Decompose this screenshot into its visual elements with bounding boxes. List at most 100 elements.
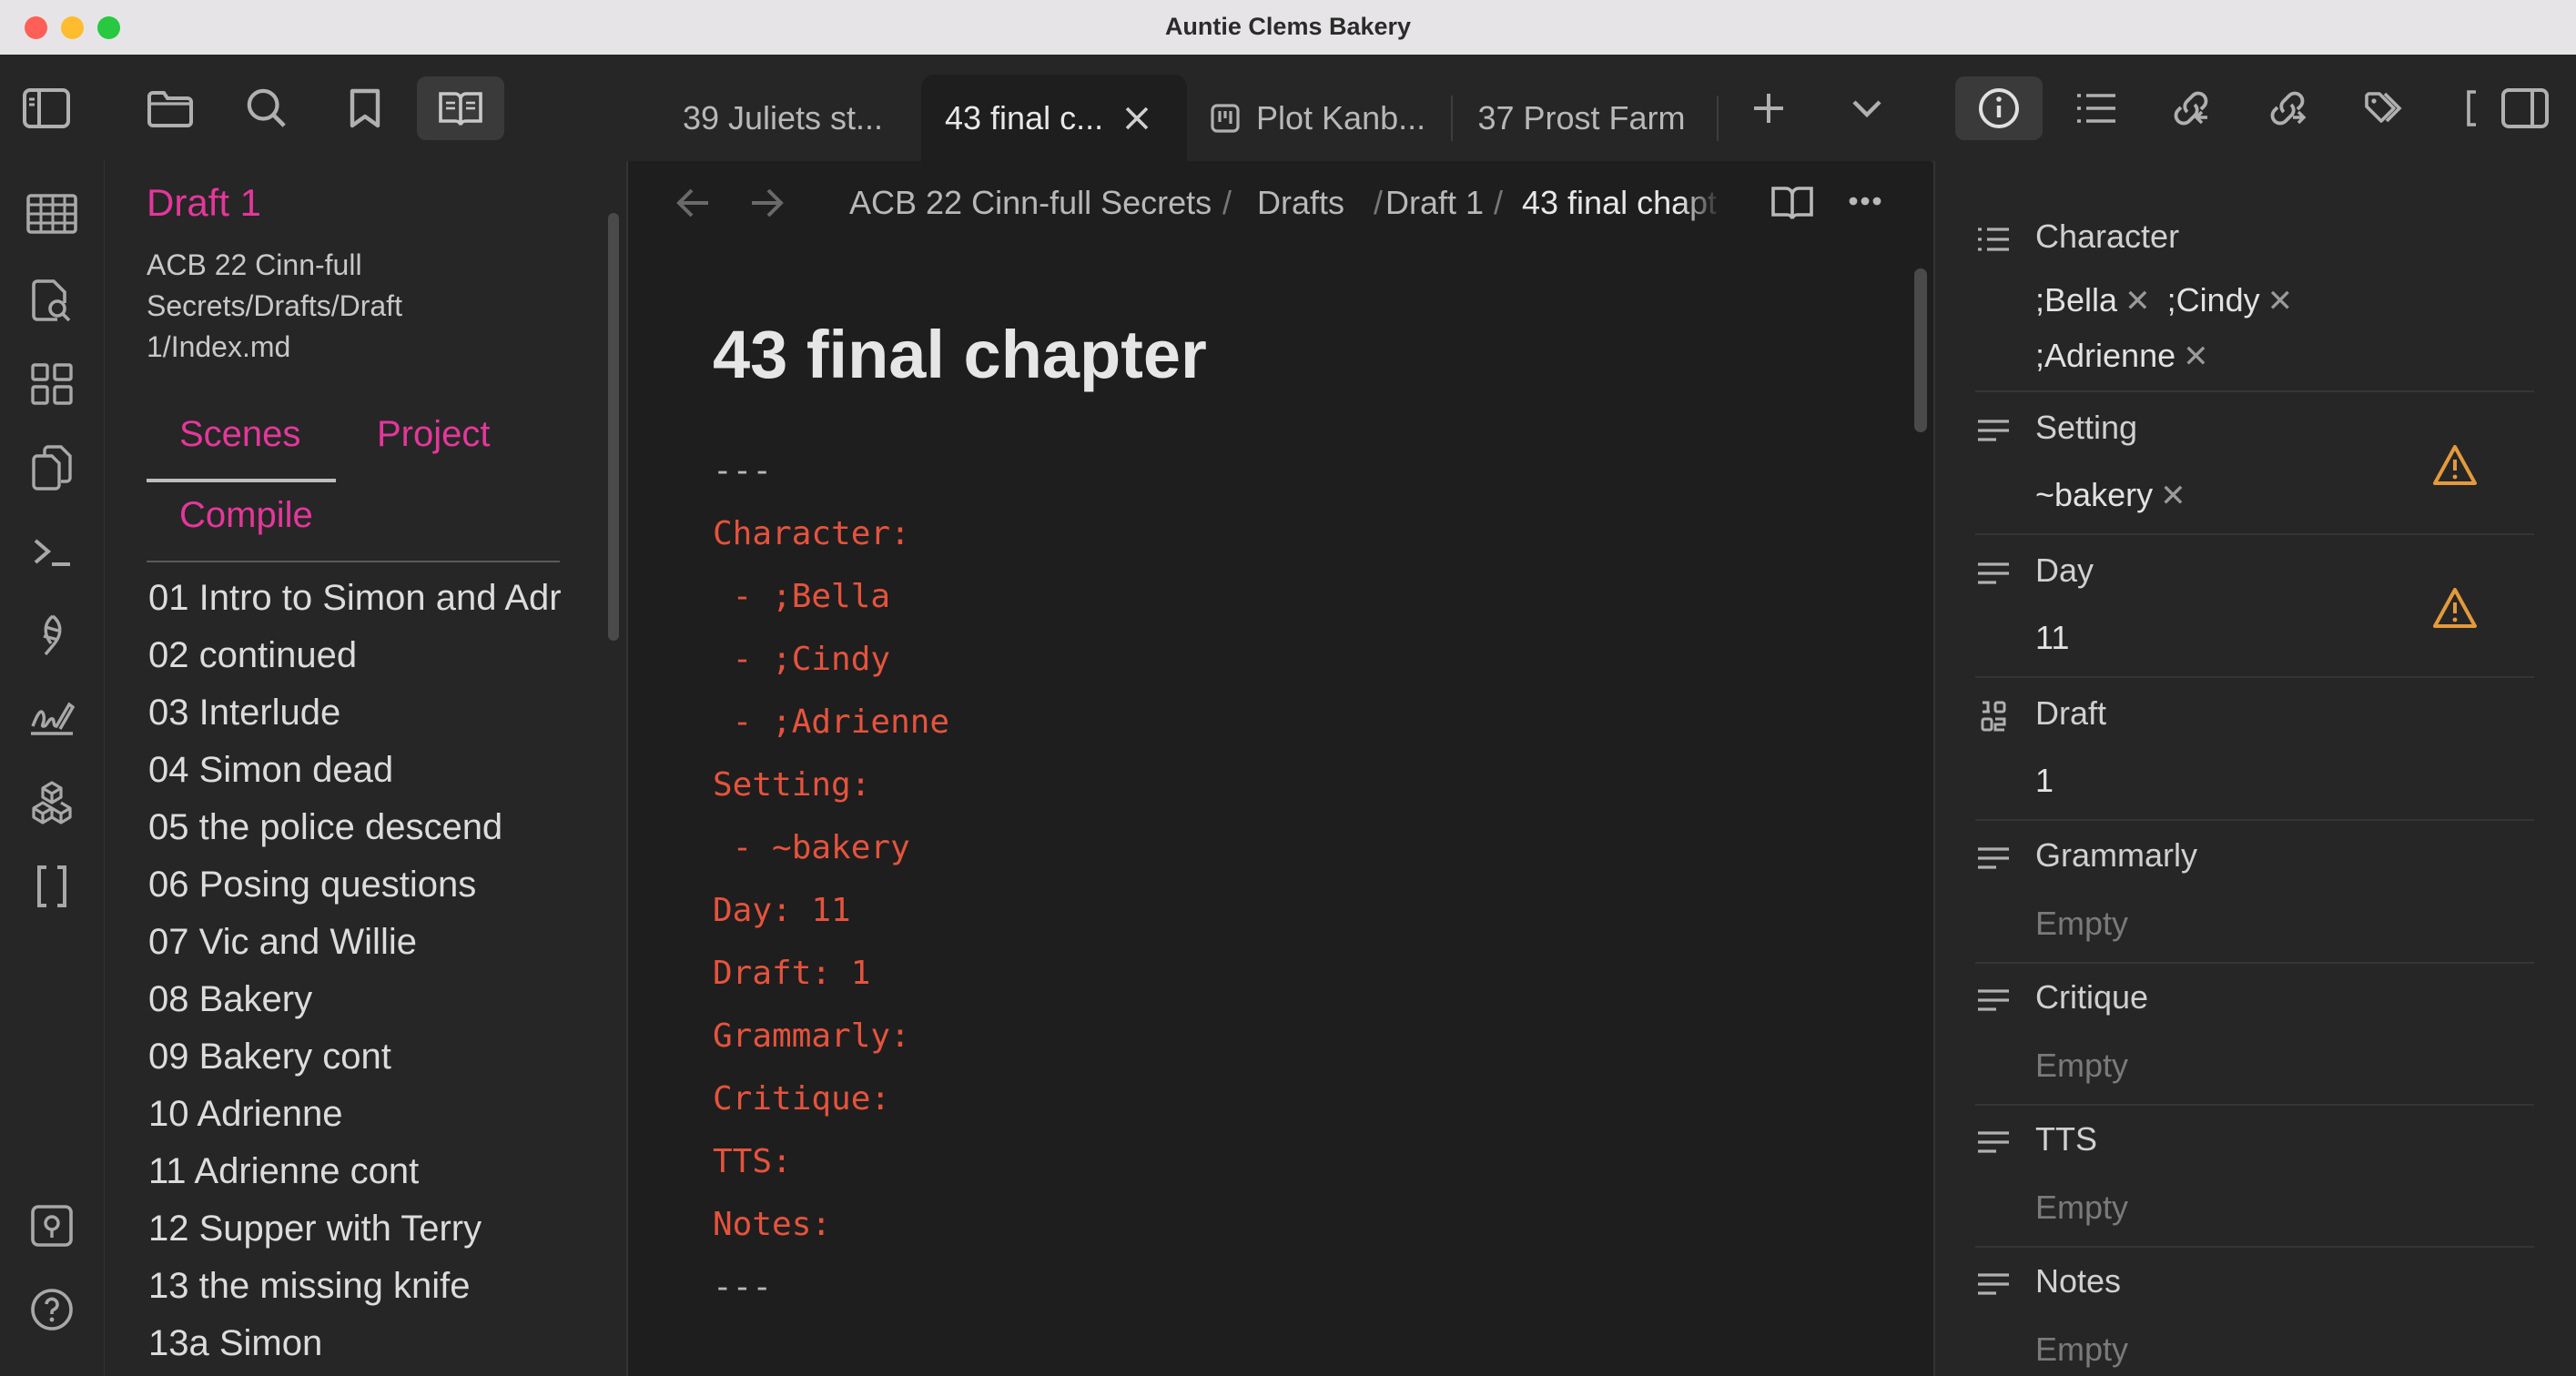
property-value-draft[interactable]: 1 (2035, 762, 2054, 800)
frontmatter-line[interactable]: - ;Adrienne (713, 703, 949, 741)
property-label-setting[interactable]: Setting (2035, 409, 2137, 447)
tab-project[interactable]: Project (377, 414, 491, 455)
copy-icon[interactable] (20, 436, 84, 500)
scene-item[interactable]: 11 Adrienne cont (148, 1151, 419, 1192)
frontmatter-line[interactable]: Draft: 1 (713, 955, 870, 992)
property-divider (1975, 962, 2534, 964)
frontmatter-line[interactable]: Day: 11 (713, 892, 851, 929)
close-tab-icon[interactable] (1123, 105, 1151, 132)
scene-item[interactable]: 10 Adrienne (148, 1094, 343, 1135)
scene-item[interactable]: 07 Vic and Willie (148, 922, 417, 963)
scene-item[interactable]: 13 the missing knife (148, 1266, 471, 1307)
terminal-icon[interactable] (20, 520, 84, 583)
remove-chip-icon[interactable]: ✕ (2160, 479, 2186, 513)
frontmatter-line[interactable]: TTS: (713, 1143, 792, 1180)
property-value-day[interactable]: 11 (2035, 619, 2069, 657)
frontmatter-line[interactable]: Notes: (713, 1206, 831, 1243)
tags-icon[interactable] (2354, 76, 2418, 140)
frontmatter-line[interactable]: - ;Cindy (713, 641, 890, 678)
frontmatter-line[interactable]: Character: (713, 515, 910, 552)
property-value-character[interactable]: ;Adrienne ✕ (2035, 337, 2226, 375)
tab-plot-kanban[interactable]: Plot Kanb... (1211, 75, 1447, 161)
remove-chip-icon[interactable]: ✕ (2125, 284, 2151, 319)
back-arrow-icon[interactable] (675, 187, 712, 219)
frontmatter-line[interactable]: --- (713, 452, 772, 490)
property-value-critique[interactable]: Empty (2035, 1047, 2128, 1085)
signature-icon[interactable] (20, 687, 84, 751)
search-icon[interactable] (235, 76, 299, 140)
breadcrumb-drafts[interactable]: Drafts (1257, 184, 1344, 222)
text-icon (1975, 982, 2012, 1018)
chevron-down-icon[interactable] (1835, 76, 1899, 140)
scene-item[interactable]: 02 continued (148, 635, 357, 676)
scene-item[interactable]: 08 Bakery (148, 979, 312, 1020)
scene-item[interactable]: 05 the police descend (148, 807, 502, 848)
bookmark-icon[interactable] (333, 76, 397, 140)
remove-chip-icon[interactable]: ✕ (2183, 339, 2209, 374)
property-value-setting[interactable]: ~bakery ✕ (2035, 476, 2203, 514)
property-label-grammarly[interactable]: Grammarly (2035, 836, 2197, 875)
reading-view-icon[interactable] (417, 76, 504, 140)
warning-icon[interactable] (2432, 586, 2478, 632)
scene-item[interactable]: 03 Interlude (148, 693, 340, 734)
backlinks-icon[interactable] (2159, 76, 2223, 140)
tag-chip[interactable]: ;Cindy (2167, 281, 2260, 319)
property-label-tts[interactable]: TTS (2035, 1120, 2097, 1158)
frontmatter-line[interactable]: - ~bakery (713, 829, 910, 866)
forward-arrow-icon[interactable] (748, 187, 785, 219)
scene-item[interactable]: 04 Simon dead (148, 750, 393, 791)
cubes-icon[interactable] (20, 771, 84, 835)
property-value-tts[interactable]: Empty (2035, 1189, 2128, 1227)
frontmatter-line[interactable]: - ;Bella (713, 578, 890, 615)
property-value-character[interactable]: ;Bella ✕ ;Cindy ✕ (2035, 281, 2309, 319)
tag-chip[interactable]: ;Adrienne (2035, 337, 2175, 374)
breadcrumb-current-file[interactable]: 43 final chapt (1522, 184, 1720, 222)
property-label-day[interactable]: Day (2035, 551, 2094, 590)
property-label-critique[interactable]: Critique (2035, 978, 2148, 1017)
property-label-notes[interactable]: Notes (2035, 1262, 2121, 1300)
property-label-character[interactable]: Character (2035, 218, 2179, 256)
frontmatter-line[interactable]: --- (713, 1269, 772, 1306)
property-value-notes[interactable]: Empty (2035, 1330, 2128, 1369)
reading-mode-icon[interactable] (1771, 185, 1813, 221)
vault-icon[interactable] (20, 1194, 84, 1258)
tab-scenes[interactable]: Scenes (179, 414, 300, 455)
tab-39-juliets[interactable]: 39 Juliets st... (655, 75, 910, 161)
frontmatter-line[interactable]: Grammarly: (713, 1017, 910, 1055)
tab-37-prost-farm[interactable]: 37 Prost Farm (1456, 75, 1707, 161)
file-search-icon[interactable] (20, 268, 84, 332)
breadcrumb-draft-1[interactable]: Draft 1 (1385, 184, 1484, 222)
plus-icon[interactable] (1737, 76, 1800, 140)
scene-item[interactable]: 01 Intro to Simon and Adr (148, 578, 562, 619)
right-sidebar-icon[interactable] (2458, 76, 2560, 140)
editor-scrollbar[interactable] (1914, 268, 1927, 432)
breadcrumb-vault[interactable]: ACB 22 Cinn-full Secrets (849, 184, 1212, 222)
frontmatter-line[interactable]: Critique: (713, 1080, 890, 1118)
tag-chip[interactable]: ~bakery (2035, 476, 2153, 513)
folder-icon[interactable] (138, 76, 202, 140)
scene-item[interactable]: 13a Simon (148, 1323, 322, 1364)
tag-chip[interactable]: ;Bella (2035, 281, 2117, 319)
frontmatter-line[interactable]: Setting: (713, 766, 870, 804)
dashboard-icon[interactable] (20, 352, 84, 416)
remove-chip-icon[interactable]: ✕ (2267, 284, 2294, 319)
table-icon[interactable] (20, 182, 84, 246)
tab-43-final-chapter[interactable]: 43 final c... (921, 75, 1187, 161)
info-icon[interactable] (1955, 76, 2043, 140)
feather-icon[interactable] (20, 603, 84, 667)
scene-item[interactable]: 06 Posing questions (148, 865, 476, 906)
warning-icon[interactable] (2432, 443, 2478, 489)
brackets-icon[interactable] (20, 855, 84, 918)
help-icon[interactable] (20, 1278, 84, 1341)
scene-item[interactable]: 12 Supper with Terry (148, 1209, 482, 1250)
sidebar-toggle-icon[interactable] (15, 76, 78, 140)
tab-compile[interactable]: Compile (179, 495, 313, 536)
property-label-draft[interactable]: Draft (2035, 694, 2106, 733)
more-options-icon[interactable] (1848, 196, 1882, 207)
scene-item[interactable]: 09 Bakery cont (148, 1037, 391, 1078)
sidebar-scrollbar[interactable] (608, 213, 619, 641)
draft-title[interactable]: Draft 1 (147, 181, 261, 225)
outgoing-links-icon[interactable] (2256, 76, 2319, 140)
property-value-grammarly[interactable]: Empty (2035, 905, 2128, 943)
outline-icon[interactable] (2064, 76, 2128, 140)
